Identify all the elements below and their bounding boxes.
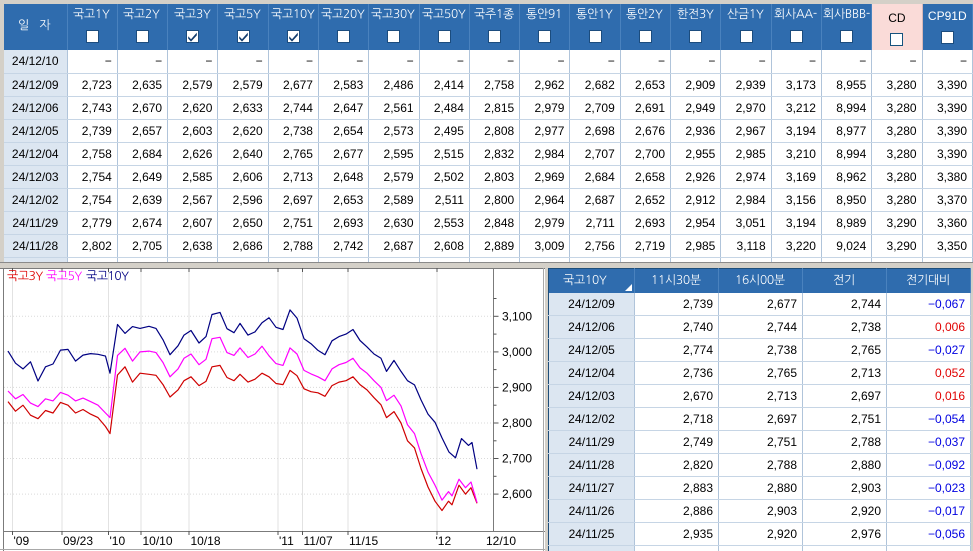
svg-text:'09: '09 [14, 534, 30, 548]
svg-text:'10: '10 [110, 534, 126, 548]
svg-text:11/15: 11/15 [349, 534, 378, 548]
svg-text:3,000: 3,000 [502, 345, 532, 359]
svg-text:10/10: 10/10 [143, 534, 173, 548]
svg-text:09/23: 09/23 [63, 534, 93, 548]
svg-text:2,800: 2,800 [502, 416, 532, 430]
svg-text:10/18: 10/18 [191, 534, 221, 548]
svg-text:3,100: 3,100 [502, 309, 532, 323]
svg-text:2,600: 2,600 [502, 487, 532, 501]
svg-text:12/10: 12/10 [486, 534, 516, 548]
svg-text:2,900: 2,900 [502, 380, 532, 394]
svg-text:'11: '11 [279, 534, 294, 548]
svg-text:'12: '12 [436, 534, 452, 548]
svg-text:2,700: 2,700 [502, 452, 532, 466]
svg-text:11/07: 11/07 [304, 534, 333, 548]
